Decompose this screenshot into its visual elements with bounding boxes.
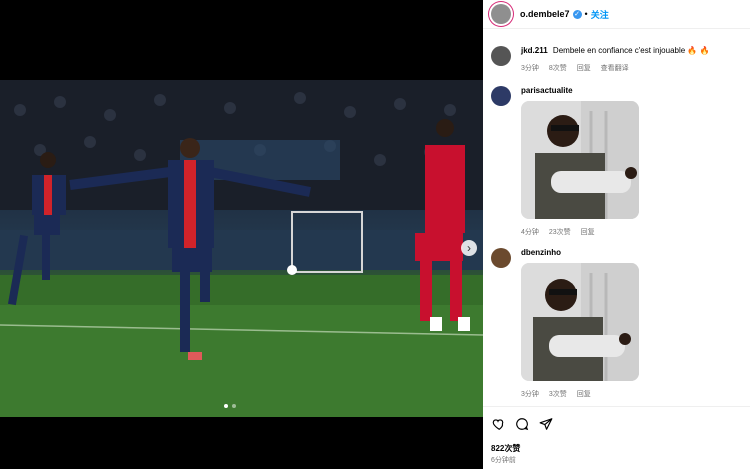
avatar[interactable] bbox=[491, 4, 511, 24]
post-actions: 822次赞 6分钟前 bbox=[483, 406, 750, 464]
comment-gif[interactable] bbox=[521, 101, 639, 219]
comment-gif[interactable] bbox=[521, 263, 639, 381]
carousel-dots bbox=[224, 404, 236, 408]
post-time: 6分钟前 bbox=[491, 457, 516, 464]
comment-username[interactable]: jkd.211 bbox=[521, 46, 548, 55]
comment-likes[interactable]: 8次赞 bbox=[549, 65, 567, 72]
comment-username[interactable]: dbenzinho bbox=[521, 248, 561, 257]
comment-meta: 3分钟 3次赞 回复 bbox=[521, 389, 741, 399]
verified-icon: ✓ bbox=[572, 9, 582, 19]
post-photo[interactable] bbox=[0, 80, 483, 417]
comment-text: Dembele en confiance c'est injouable 🔥 🔥 bbox=[552, 46, 710, 55]
carousel-dot-1 bbox=[224, 404, 228, 408]
likes-count[interactable]: 822次赞 bbox=[491, 443, 520, 454]
comment-time: 3分钟 bbox=[521, 391, 539, 398]
follow-button[interactable]: 关注 bbox=[591, 8, 609, 21]
reply-button[interactable]: 回复 bbox=[581, 229, 595, 236]
gif-image bbox=[521, 263, 639, 381]
comment-likes[interactable]: 3次赞 bbox=[549, 391, 567, 398]
comment-avatar[interactable] bbox=[491, 86, 511, 106]
comment-meta: 3分钟 8次赞 回复 查看翻译 bbox=[521, 63, 741, 73]
comment-avatar[interactable] bbox=[491, 46, 511, 66]
translate-button[interactable]: 查看翻译 bbox=[601, 65, 629, 72]
comment-time: 4分钟 bbox=[521, 229, 539, 236]
comment-likes[interactable]: 23次赞 bbox=[549, 229, 571, 236]
comment-meta: 4分钟 23次赞 回复 bbox=[521, 227, 741, 237]
gif-image bbox=[521, 101, 639, 219]
comment-time: 3分钟 bbox=[521, 65, 539, 72]
comment-username[interactable]: parisactualite bbox=[521, 86, 573, 95]
post-panel: o.dembele7 ✓ • 关注 jkd.211 Dembele en con… bbox=[483, 0, 750, 469]
reply-button[interactable]: 回复 bbox=[577, 391, 591, 398]
post-username[interactable]: o.dembele7 bbox=[520, 9, 570, 19]
carousel-dot-2 bbox=[232, 404, 236, 408]
separator: • bbox=[584, 9, 588, 19]
share-icon[interactable] bbox=[539, 417, 553, 431]
reply-button[interactable]: 回复 bbox=[577, 65, 591, 72]
action-icons bbox=[491, 417, 553, 431]
comment-icon[interactable] bbox=[515, 417, 529, 431]
post-header: o.dembele7 ✓ • 关注 bbox=[483, 0, 750, 29]
comment-avatar[interactable] bbox=[491, 248, 511, 268]
heart-icon[interactable] bbox=[491, 417, 505, 431]
photo-scene bbox=[0, 80, 483, 417]
chevron-right-icon[interactable]: › bbox=[461, 240, 477, 256]
media-viewer: › bbox=[0, 0, 483, 469]
